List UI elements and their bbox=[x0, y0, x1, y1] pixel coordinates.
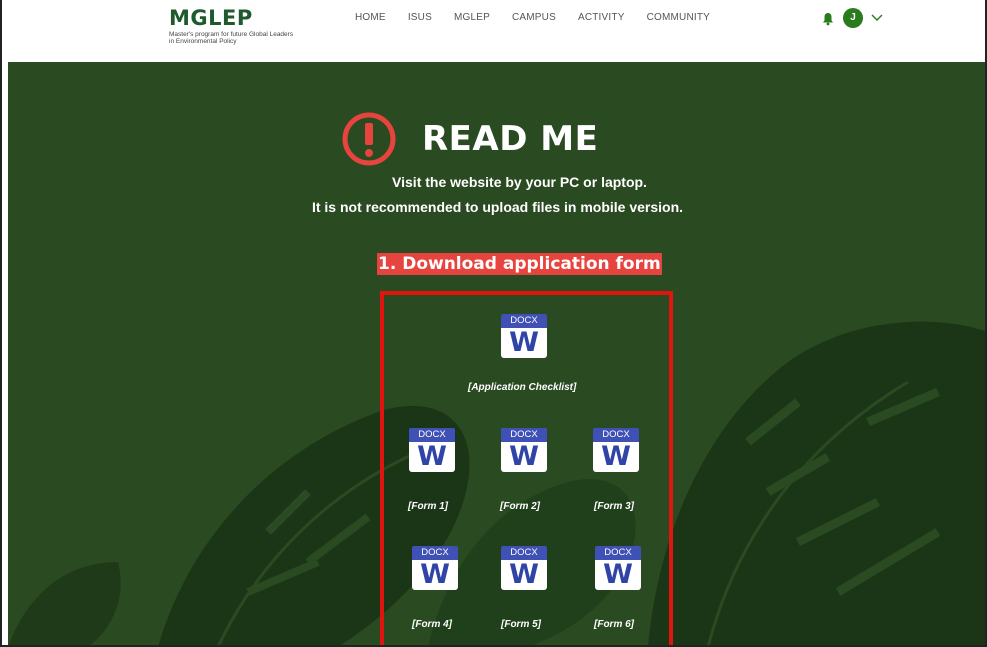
readme-heading: READ ME bbox=[334, 112, 598, 166]
site-header: MGLEP Master's program for future Global… bbox=[2, 0, 985, 62]
main-nav: HOME ISUS MGLEP CAMPUS ACTIVITY COMMUNIT… bbox=[355, 12, 732, 23]
nav-isus[interactable]: ISUS bbox=[408, 12, 432, 23]
notice-line-2: It is not recommended to upload files in… bbox=[311, 199, 684, 215]
nav-home[interactable]: HOME bbox=[355, 12, 386, 23]
logo[interactable]: MGLEP Master's program for future Global… bbox=[169, 6, 299, 45]
readme-section: READ ME Visit the website by your PC or … bbox=[8, 62, 985, 645]
nav-campus[interactable]: CAMPUS bbox=[512, 12, 556, 23]
section-title: 1. Download application form bbox=[377, 253, 662, 275]
avatar[interactable]: J bbox=[843, 8, 863, 28]
chevron-down-icon[interactable] bbox=[871, 12, 883, 22]
form-4-docx-icon[interactable]: DOCX W bbox=[412, 546, 458, 590]
logo-subtitle: Master's program for future Global Leade… bbox=[169, 31, 294, 45]
nav-mglep[interactable]: MGLEP bbox=[454, 12, 490, 23]
form-3-label[interactable]: [Form 3] bbox=[594, 501, 634, 512]
warning-icon bbox=[342, 112, 396, 166]
notice-line-1: Visit the website by your PC or laptop. bbox=[392, 174, 647, 190]
checklist-label[interactable]: [Application Checklist] bbox=[468, 382, 576, 393]
form-6-docx-icon[interactable]: DOCX W bbox=[595, 546, 641, 590]
form-1-label[interactable]: [Form 1] bbox=[408, 501, 448, 512]
form-2-label[interactable]: [Form 2] bbox=[500, 501, 540, 512]
readme-title: READ ME bbox=[422, 119, 599, 159]
form-4-label[interactable]: [Form 4] bbox=[412, 619, 452, 630]
form-3-docx-icon[interactable]: DOCX W bbox=[593, 428, 639, 472]
form-2-docx-icon[interactable]: DOCX W bbox=[501, 428, 547, 472]
logo-title: MGLEP bbox=[169, 6, 253, 30]
nav-community[interactable]: COMMUNITY bbox=[647, 12, 710, 23]
form-1-docx-icon[interactable]: DOCX W bbox=[409, 428, 455, 472]
checklist-docx-icon[interactable]: DOCX W bbox=[501, 314, 547, 358]
form-6-label[interactable]: [Form 6] bbox=[594, 619, 634, 630]
bell-icon[interactable] bbox=[822, 12, 834, 26]
form-5-label[interactable]: [Form 5] bbox=[501, 619, 541, 630]
nav-activity[interactable]: ACTIVITY bbox=[578, 12, 625, 23]
browser-frame: MGLEP Master's program for future Global… bbox=[0, 0, 987, 647]
form-5-docx-icon[interactable]: DOCX W bbox=[501, 546, 547, 590]
